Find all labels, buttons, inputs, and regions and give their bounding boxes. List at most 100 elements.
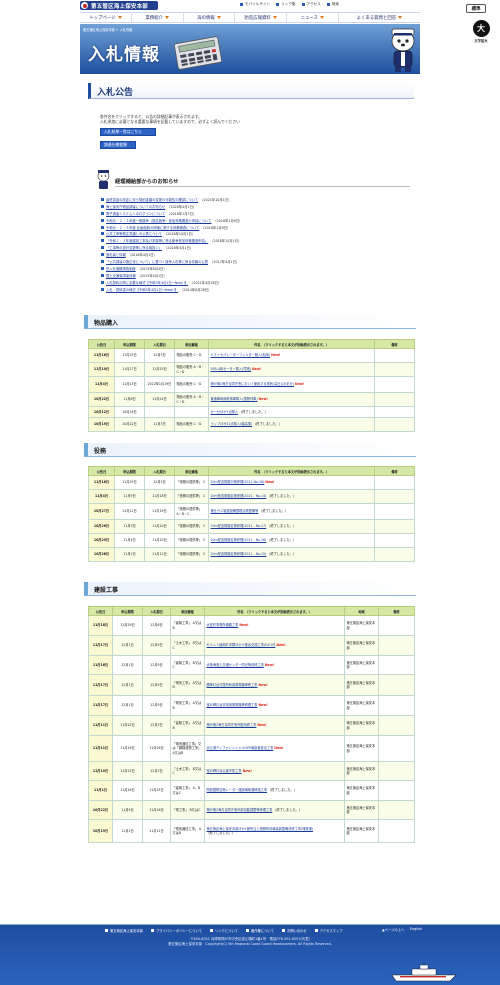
bid-title-link[interactable]: ラップほか22点購入(増高課) (211, 422, 253, 426)
cell-bid-date (144, 406, 175, 418)
notice-link[interactable]: 「公共調達の適正化について」に基づく競争入札等に係る情報の公表 (106, 259, 208, 264)
bullet-icon (101, 225, 104, 229)
column-header: 件名 （クリックすると本文が別画表示されます。） (208, 466, 375, 476)
bid-title-link[interactable]: 室戸岬灯台非常用発電機等修理工事 (207, 703, 258, 707)
bid-title-link[interactable]: 20m型巡視艇定検修理(2021 - No.16) (211, 538, 267, 542)
bid-title-link[interactable]: 大阪海港上交通センター同光等改修工事 (207, 663, 264, 667)
bid-title-link[interactable]: 第五ガス製造設備整理点検整備等 (211, 509, 259, 513)
table-row: 11月18日 11月29日 12月6日 「建築工事」 A又はB 大佐町事務所通路工事 N… (88, 615, 415, 636)
cell-note (378, 635, 415, 656)
cell-deadline: 11月29日 (112, 615, 143, 636)
util-access[interactable]: アクセス (301, 2, 321, 7)
cell-notice-date: 11月16日 (88, 655, 113, 675)
bullet-icon (101, 197, 104, 201)
nav-sea-info[interactable]: 海の情報 (184, 13, 236, 22)
bid-title-link[interactable]: 大佐町事務所通路工事 (207, 623, 239, 627)
notice-link[interactable]: 「令和２・３年度建設工事及び測量等に係る競争参加資格審査申請」 (106, 238, 208, 243)
cell-bid-date: 11月11日 (142, 819, 171, 843)
cell-notice-date: 10月28日 (88, 547, 115, 562)
table-row: 10月19日 10月22日 11月3日 物品の販売 C・D ラップほか22点購入(増高課… (88, 417, 415, 432)
bid-title-link[interactable]: 浜江港ディファレンシャルGPS局設置進出工事 (207, 746, 274, 750)
util-search[interactable]: 検索 (326, 2, 339, 7)
bid-results-button[interactable]: 入札結果一覧はこちら (100, 128, 156, 136)
status-badge: New! (239, 623, 249, 628)
bid-title-link[interactable]: ミストセパレーターフィルター購入(船用) (211, 353, 271, 357)
notice-link[interactable]: 低入札価格調査制度 (106, 266, 136, 271)
bid-title-link[interactable]: 20m型巡視艇定検修理(2021 - No.17) (211, 524, 267, 528)
footer-link[interactable]: 著作権について (245, 928, 274, 933)
moji-label: 文字拡大 (474, 39, 488, 43)
site-logo[interactable]: 第五管区海上保安本部 (80, 1, 158, 10)
cell-qualification: 「役務の提供等」 C (174, 547, 209, 562)
notice-link[interactable]: 令和元・２・３年度 区画船舶の修繕に関する資格審査について (106, 225, 199, 230)
footer-link-label: 第五管区海上保安本部 (110, 929, 143, 933)
spec-docs-button[interactable]: 調達仕様書類 (100, 141, 136, 149)
nav-news[interactable]: ニュース (287, 13, 339, 22)
status-badge: （終了しました。） (267, 552, 296, 557)
status-badge: （終了しました。） (239, 409, 268, 414)
util-links[interactable]: リンク集 (276, 2, 296, 7)
bid-title-link[interactable]: 20m型巡視艇定検修理(2021 - No.15) (211, 552, 267, 556)
status-badge: New! (294, 382, 305, 387)
bid-title-link[interactable]: 20m型巡視艇中検修理(2021-No.18) (211, 480, 265, 484)
notice-link[interactable]: 国土交通省調達情報 (106, 273, 136, 278)
page-top-link[interactable]: ▲ページの上へ (382, 927, 404, 932)
footer-link[interactable]: リンクについて (209, 928, 238, 933)
nav-faq[interactable]: よくある質問と回答 (339, 13, 420, 22)
util-mobile[interactable]: モバイルサイト (240, 2, 270, 7)
notice-link[interactable]: 「工事等の設計変更等に係る取扱い」 (106, 245, 162, 250)
bid-title-link[interactable]: SSR-4用セーター購入(境港) (211, 367, 251, 371)
link-icon (276, 3, 280, 6)
nav-business[interactable]: 業務紹介 (132, 13, 184, 22)
cell-title: 室戸岬灯台災害予防工事 New! (204, 761, 345, 781)
language-link[interactable]: English (410, 927, 422, 931)
footer-link[interactable]: 第五管区海上保安本部 (105, 928, 143, 933)
notice-link[interactable]: 入札・見積書の様式【令和3年4月1日～New!!】 (106, 287, 178, 292)
notice-link[interactable]: 電子調達システムへのログインについて (106, 211, 165, 216)
cell-bid-date: 11月3日 (144, 417, 175, 432)
status-badge: New! (271, 353, 281, 358)
cell-title: ラップほか22点購入(増高課) （終了しました。） (208, 417, 375, 432)
goods-table: 公告日 申込期限 入札期日 参加資格 件名 （クリックすると本文が別画表示されます。）備… (88, 339, 415, 432)
nav-top[interactable]: トップページ (80, 13, 132, 22)
notice-date: （2020年4月1日） (167, 204, 197, 209)
nav-pr[interactable]: 防犯広報資料 (235, 13, 287, 22)
cell-notice-date: 11月17日 (88, 674, 113, 696)
bid-title-link[interactable]: ガーゼほか7点購入 (211, 410, 239, 414)
bid-title-link[interactable]: 神戸第2海方合同庁舎外部自動調整等修理工事 (207, 808, 273, 812)
cell-deadline: 11月8日 (114, 392, 145, 407)
bid-title-link[interactable]: 関西国際空港レーダー施設構築漏修繕工事 (207, 788, 268, 792)
cell-bid-date: 11月26日 (142, 735, 171, 762)
notice-link[interactable]: 公共工事等発注見通しの公表について (106, 231, 162, 236)
bullet-icon (281, 929, 285, 932)
notice-item: 公共工事等発注見通しの公表について （2018年10月1日） (101, 230, 401, 237)
notice-link[interactable]: 落札者と情報 (106, 252, 126, 257)
bid-title-link[interactable]: 20m型巡視艇定検修理(2021 - No.14) (211, 494, 267, 498)
status-badge: New! (252, 367, 262, 372)
status-badge: （終了しました。） (267, 524, 296, 529)
table-row: 11月11日 11月22日 12月3日 「建築工事」 A又はB 神戸第2海方合同庁舎外壁… (88, 715, 415, 736)
footer-link[interactable]: アクセスマップ (314, 928, 343, 933)
bid-title-link[interactable]: 普通車両用乾電車購入(国際列車) (211, 397, 258, 401)
bid-title-link[interactable]: 室戸岬灯台災害予防工事 (207, 769, 242, 773)
bid-title-link[interactable]: 神戸第2海方合同庁舎外壁改修工事 (207, 723, 257, 727)
cell-title: 神戸第2海方合同庁舎外壁改修工事 New! (204, 715, 345, 736)
notice-link[interactable]: 入札契約の際に必要な様式【令和3年4月1日～New!!】 (106, 280, 188, 285)
footer-link[interactable]: お問い合わせ (281, 928, 307, 933)
bullet-icon (101, 287, 104, 291)
cell-notice-date: 10月12日 (88, 406, 115, 418)
notice-link[interactable]: 令和元・２・３年度一般競争（指名競争）参加資格審査の申請について (106, 218, 211, 223)
text-size-standard-button[interactable]: 標準 (466, 4, 486, 13)
cell-title: 第五管区海上保安本部ほか1箇所注上港務所情報装置整備改修工事(埋港課) （終了し… (204, 819, 345, 843)
bid-title-link[interactable]: 勝神灯台付属所有用発電機等修工事 (207, 683, 258, 687)
notice-link[interactable]: 海上保安庁物品調達についてのお知らせ (106, 204, 165, 209)
notice-link[interactable]: 最低賃金の改定に伴う契約金額の変更の可能性の確認について (106, 197, 198, 202)
bid-title-link[interactable]: セメント袖岡灯浮標ほか５基余交換工事ほか1件 (207, 643, 276, 647)
table-row: 11月16日 11月25日 12月3日 物品の販売 C・D ミストセパレーターフィルター… (88, 348, 415, 363)
cell-note (374, 489, 415, 504)
cell-notice-date: 11月1日 (88, 780, 113, 801)
bid-title-link[interactable]: 神戸第2海方合同庁舎において使用する電気(高圧)(お手分) (211, 382, 294, 386)
footer-link[interactable]: プライバシーポリシーについて (150, 928, 202, 933)
text-enlarge-button[interactable]: 大 文字拡大 (470, 20, 492, 50)
section-goods-header: 物品購入 (84, 315, 416, 329)
